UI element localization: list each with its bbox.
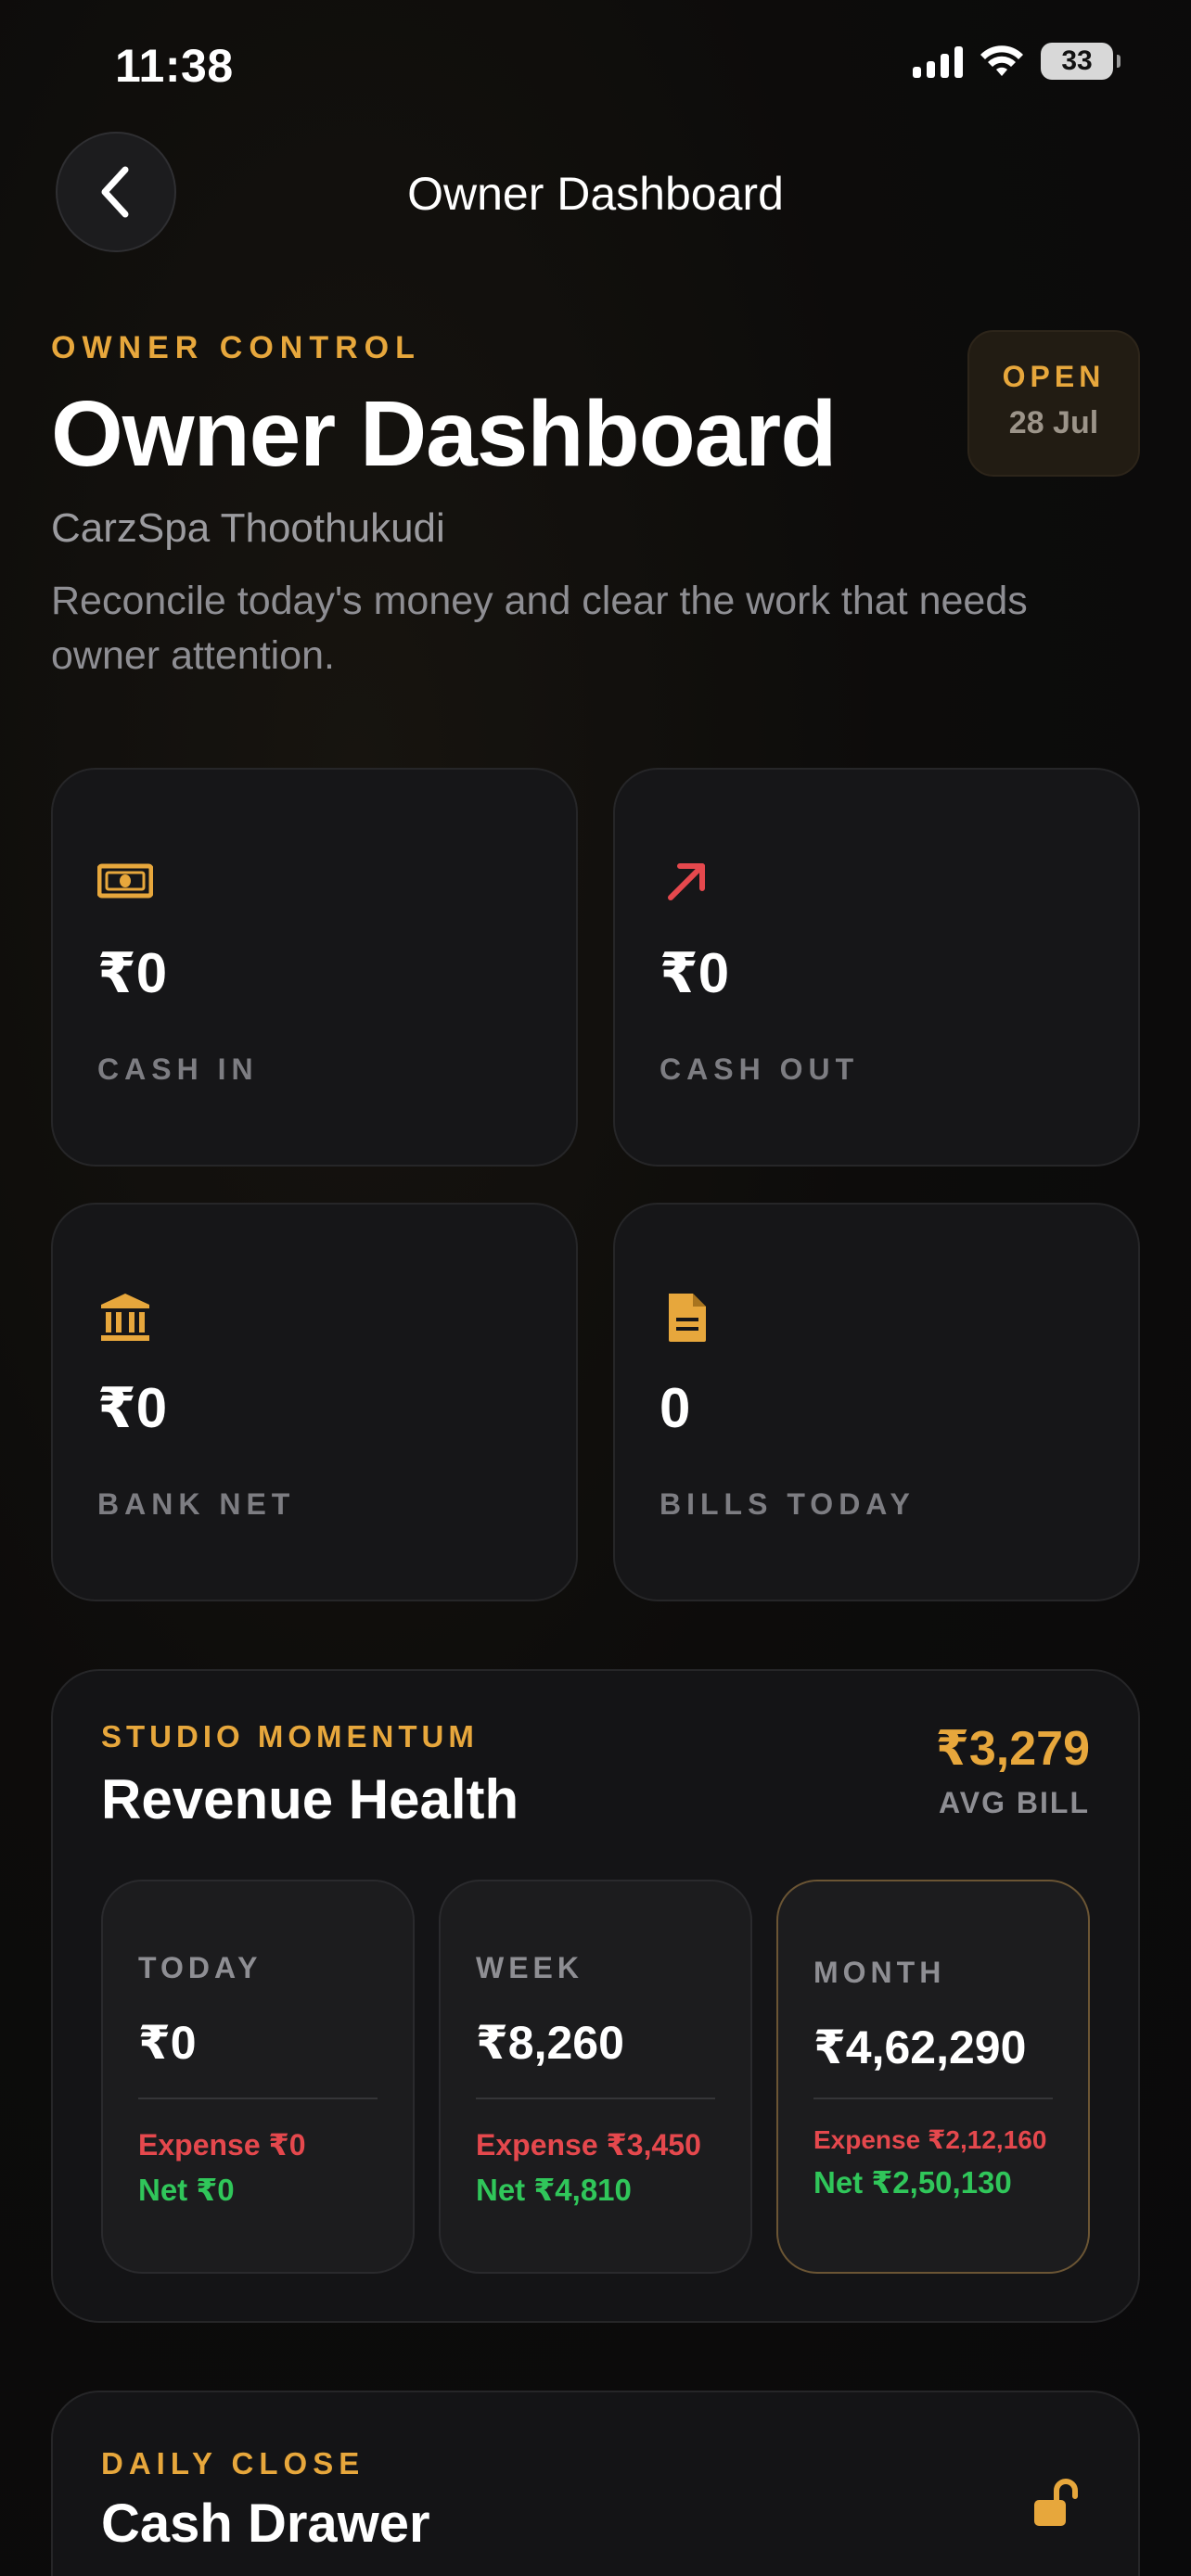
divider bbox=[138, 2098, 378, 2099]
battery-level: 33 bbox=[1061, 45, 1093, 76]
divider bbox=[813, 2098, 1053, 2099]
stat-value: ₹0 bbox=[660, 942, 730, 1004]
period-net: Net ₹2,50,130 bbox=[813, 2165, 1012, 2200]
period-value: ₹4,62,290 bbox=[813, 2021, 1027, 2073]
period-expense: Expense ₹0 bbox=[138, 2128, 306, 2162]
bank-icon bbox=[97, 1290, 153, 1345]
arrow-up-right-icon bbox=[660, 853, 715, 909]
cash-icon bbox=[96, 853, 154, 909]
status-badge-date: 28 Jul bbox=[1008, 405, 1099, 440]
stat-card-cash-in[interactable]: ₹0 CASH IN bbox=[51, 768, 578, 1167]
cellular-signal-icon bbox=[913, 45, 963, 78]
stat-value: ₹0 bbox=[97, 1377, 168, 1439]
stat-label: BILLS TODAY bbox=[660, 1487, 916, 1521]
period-label: MONTH bbox=[813, 1956, 946, 1989]
nav-title: Owner Dashboard bbox=[407, 168, 784, 220]
stat-label: CASH OUT bbox=[660, 1052, 860, 1086]
period-net: Net ₹4,810 bbox=[476, 2173, 632, 2207]
stat-card-bank-net[interactable]: ₹0 BANK NET bbox=[51, 1203, 578, 1601]
period-label: TODAY bbox=[138, 1951, 263, 1984]
avg-bill-value: ₹3,279 bbox=[935, 1722, 1090, 1776]
document-icon bbox=[660, 1290, 715, 1345]
daily-close-eyebrow: DAILY CLOSE bbox=[101, 2446, 365, 2480]
stat-label: BANK NET bbox=[97, 1487, 296, 1521]
stat-card-cash-out[interactable]: ₹0 CASH OUT bbox=[613, 768, 1140, 1167]
status-badge-label: OPEN bbox=[1002, 360, 1106, 393]
period-net: Net ₹0 bbox=[138, 2173, 235, 2207]
period-card-week[interactable]: WEEK ₹8,260 Expense ₹3,450 Net ₹4,810 bbox=[439, 1880, 752, 2274]
period-value: ₹8,260 bbox=[476, 2017, 624, 2069]
daily-close-title: Cash Drawer bbox=[101, 2493, 430, 2554]
period-card-month[interactable]: MONTH ₹4,62,290 Expense ₹2,12,160 Net ₹2… bbox=[776, 1880, 1090, 2274]
period-label: WEEK bbox=[476, 1951, 583, 1984]
period-card-today[interactable]: TODAY ₹0 Expense ₹0 Net ₹0 bbox=[101, 1880, 415, 2274]
unlocked-lock-icon bbox=[1029, 2476, 1084, 2531]
status-badge: OPEN 28 Jul bbox=[967, 330, 1140, 477]
revenue-health-card: STUDIO MOMENTUM Revenue Health ₹3,279 AV… bbox=[51, 1669, 1140, 2323]
wifi-icon bbox=[980, 45, 1023, 76]
business-name: CarzSpa Thoothukudi bbox=[51, 505, 445, 551]
battery-icon: 33 bbox=[1041, 43, 1121, 80]
status-time: 11:38 bbox=[115, 40, 234, 92]
status-icons: 33 bbox=[913, 43, 1121, 80]
status-bar: 11:38 33 bbox=[0, 0, 1191, 130]
stat-label: CASH IN bbox=[97, 1052, 259, 1086]
avg-bill-label: AVG BILL bbox=[939, 1786, 1090, 1819]
revenue-eyebrow: STUDIO MOMENTUM bbox=[101, 1719, 479, 1753]
stat-value: ₹0 bbox=[97, 942, 168, 1004]
divider bbox=[476, 2098, 715, 2099]
stat-value: 0 bbox=[660, 1377, 691, 1439]
period-value: ₹0 bbox=[138, 2017, 197, 2069]
stat-card-bills-today[interactable]: 0 BILLS TODAY bbox=[613, 1203, 1140, 1601]
hero-description: Reconcile today's money and clear the wo… bbox=[51, 579, 1028, 678]
revenue-title: Revenue Health bbox=[101, 1768, 519, 1830]
daily-close-card[interactable]: DAILY CLOSE Cash Drawer bbox=[51, 2391, 1140, 2576]
navigation-bar: Owner Dashboard bbox=[0, 130, 1191, 260]
period-expense: Expense ₹2,12,160 bbox=[813, 2125, 1047, 2154]
period-expense: Expense ₹3,450 bbox=[476, 2128, 701, 2162]
